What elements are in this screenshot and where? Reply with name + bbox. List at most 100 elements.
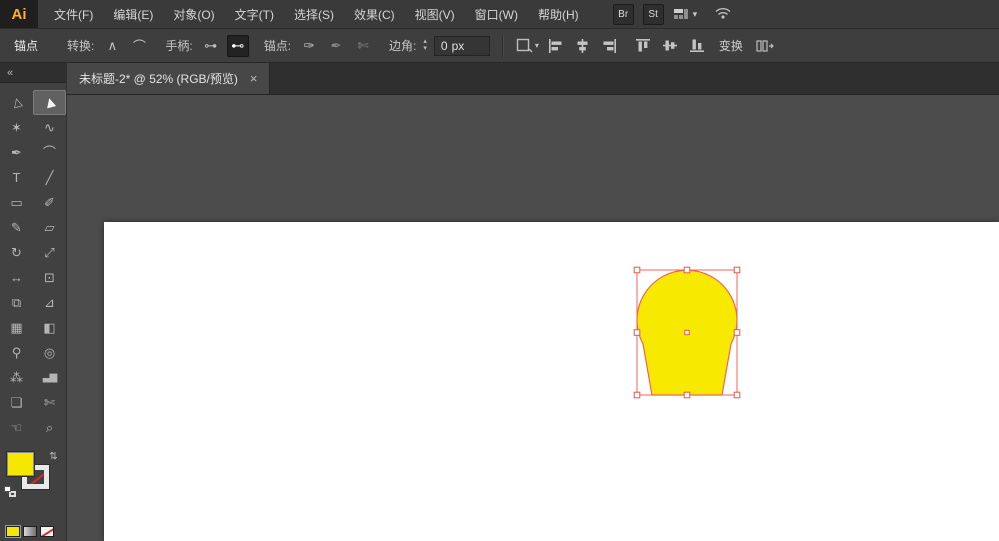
direct-selection-tool[interactable]: ▶ [33,90,66,115]
chevron-down-icon: ▾ [534,41,539,50]
width-tool[interactable]: ↔ [0,265,33,290]
selection-handle[interactable] [683,391,691,399]
align-horizontal-center-button[interactable] [572,35,594,57]
add-anchor-button[interactable]: ✒ [325,35,347,57]
paintbrush-tool[interactable]: ✐ [33,190,66,215]
swap-fill-stroke-icon[interactable]: ⇄ [49,451,60,459]
transform-button[interactable]: 变换 [719,37,743,54]
corner-stepper[interactable]: ▴ ▾ [423,38,427,53]
fill-stroke-area: ⇄ [0,450,66,504]
stepper-down-icon[interactable]: ▾ [423,45,427,53]
app-logo: Ai [0,0,38,28]
color-button[interactable] [5,525,21,538]
blend-tool[interactable]: ◎ [33,340,66,365]
align-top-button[interactable] [632,35,654,57]
artboard-icon: ❏ [10,395,23,410]
pencil-icon: ✎ [11,220,22,235]
menu-items: 文件(F) 编辑(E) 对象(O) 文字(T) 选择(S) 效果(C) 视图(V… [44,0,589,28]
stock-button[interactable]: St [642,3,664,25]
menu-help[interactable]: 帮助(H) [528,0,589,28]
menu-window[interactable]: 窗口(W) [465,0,528,28]
close-icon[interactable]: × [250,71,258,86]
selection-handle[interactable] [733,391,741,399]
selection-handle[interactable] [733,266,741,274]
selection-handle[interactable] [683,266,691,274]
hand-tool[interactable]: ☜ [0,415,33,440]
menu-file[interactable]: 文件(F) [44,0,103,28]
selection-tool[interactable]: ▷ [0,90,33,115]
eyedropper-tool[interactable]: ⚲ [0,340,33,365]
scale-tool[interactable]: ⤢ [33,240,66,265]
convert-to-corner-button[interactable]: ∧ [101,35,123,57]
artboard[interactable] [104,222,999,541]
selection-handle[interactable] [633,266,641,274]
collapse-panel-icon[interactable]: « [7,67,13,79]
remove-anchor-button[interactable]: ✑ [298,35,320,57]
perspective-grid-tool[interactable]: ⊿ [33,290,66,315]
isolate-selection-button[interactable] [754,35,776,57]
control-bar: 锚点 转换: ∧ ⌒ 手柄: ⊶ ⊷ 锚点: ✑ ✒ ✄ 边角: ▴ ▾ 0 p… [0,29,999,63]
gradient-tool[interactable]: ◧ [33,315,66,340]
type-tool[interactable]: T [0,165,33,190]
tools-grid: ▷ ▶ ✶ ∿ ✒ ⌒ T ╱ ▭ ✐ ✎ ▱ ↻ ⤢ ↔ ⊡ ⧉ ⊿ ▦ ◧ … [0,90,66,440]
align-left-button[interactable] [545,35,567,57]
cut-path-button[interactable]: ✄ [352,35,374,57]
convert-to-smooth-button[interactable]: ⌒ [128,35,150,57]
menu-object[interactable]: 对象(O) [163,0,224,28]
selected-shape[interactable] [631,264,743,401]
paintbrush-icon: ✐ [44,195,55,210]
gradient-button[interactable] [23,526,37,537]
workspace-grid-icon [673,9,688,19]
column-graph-tool[interactable]: ▃▆ [33,365,66,390]
separator [501,34,503,57]
eraser-icon: ▱ [44,220,55,235]
align-vertical-center-button[interactable] [659,35,681,57]
document-tab[interactable]: 未标题-2* @ 52% (RGB/预览) × [67,63,271,94]
menu-type[interactable]: 文字(T) [225,0,284,28]
artboard-tool[interactable]: ❏ [0,390,33,415]
selection-handle[interactable] [633,329,641,336]
width-icon: ↔ [10,270,23,285]
curvature-tool[interactable]: ⌒ [33,140,66,165]
selection-handle[interactable] [733,329,741,336]
free-transform-tool[interactable]: ⊡ [33,265,66,290]
symbol-sprayer-tool[interactable]: ⁂ [0,365,33,390]
color-mode-row [5,525,54,538]
type-icon: T [12,170,21,185]
lasso-tool[interactable]: ∿ [33,115,66,140]
menu-view[interactable]: 视图(V) [405,0,465,28]
line-segment-tool[interactable]: ╱ [33,165,66,190]
show-handles-button[interactable]: ⊶ [200,35,222,57]
corner-unit: px [451,38,465,53]
align-right-button[interactable] [599,35,621,57]
menu-effect[interactable]: 效果(C) [344,0,405,28]
align-options-dropdown[interactable]: ▾ [515,35,540,57]
slice-tool[interactable]: ✄ [33,390,66,415]
rectangle-tool[interactable]: ▭ [0,190,33,215]
zoom-tool[interactable]: ⌕ [33,415,66,440]
workspace-switcher[interactable]: ▾ [673,7,697,21]
shape-builder-tool[interactable]: ⧉ [0,290,33,315]
mesh-tool[interactable]: ▦ [0,315,33,340]
selection-handle[interactable] [633,391,641,399]
pen-tool[interactable]: ✒ [0,140,33,165]
shape-center-point[interactable] [684,329,690,336]
corner-radius-input[interactable]: 0 px [433,35,490,56]
fill-swatch[interactable] [6,451,35,477]
menu-select[interactable]: 选择(S) [284,0,344,28]
hide-handles-button[interactable]: ⊷ [226,34,249,57]
share-icon[interactable] [714,6,732,22]
rotate-tool[interactable]: ↻ [0,240,33,265]
align-bottom-icon [689,39,704,52]
canvas[interactable] [67,95,999,541]
eyedropper-icon: ⚲ [11,345,22,360]
none-button[interactable] [40,526,54,537]
magic-wand-tool[interactable]: ✶ [0,115,33,140]
align-bottom-button[interactable] [686,35,708,57]
menu-edit[interactable]: 编辑(E) [103,0,163,28]
pencil-tool[interactable]: ✎ [0,215,33,240]
bridge-button[interactable]: Br [612,3,634,25]
eraser-tool[interactable]: ▱ [33,215,66,240]
default-fill-stroke-button[interactable] [4,486,16,497]
free-transform-icon: ⊡ [44,270,55,285]
